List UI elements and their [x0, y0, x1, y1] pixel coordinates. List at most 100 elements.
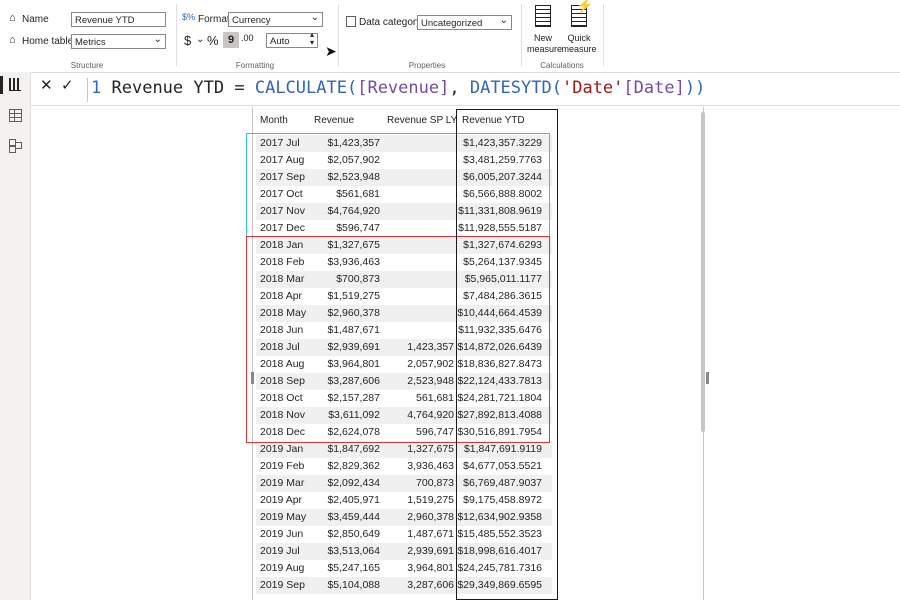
- decimal-button[interactable]: .00: [241, 33, 254, 43]
- formula-close-parens: )): [684, 78, 706, 98]
- cell-revenue-ytd: $1,327,674.6293: [463, 239, 542, 251]
- formula-arg-date-table: 'Date': [561, 78, 624, 98]
- column-header-revenue[interactable]: Revenue: [314, 111, 354, 131]
- cell-revenue: $3,936,463: [327, 256, 380, 268]
- cell-revenue-sp-ly: [386, 237, 454, 254]
- cell-month: 2019 Aug: [260, 562, 305, 574]
- cell-revenue-ytd: $24,245,781.7316: [457, 562, 542, 574]
- resize-handle-right[interactable]: [706, 372, 709, 384]
- name-input[interactable]: Revenue YTD: [71, 12, 166, 27]
- table-row[interactable]: 2019 Mar $2,092,434 700,873 $6,769,487.9037: [256, 475, 552, 492]
- table-row[interactable]: 2019 May $3,459,444 2,960,378 $12,634,902.9…: [256, 509, 552, 526]
- cell-month: 2018 Dec: [260, 426, 305, 438]
- table-row[interactable]: 2019 Sep $5,104,088 3,287,606 $29,349,869.6…: [256, 577, 552, 594]
- table-row[interactable]: 2018 Sep $3,287,606 2,523,948 $22,124,433.7…: [256, 373, 552, 390]
- cancel-formula-button[interactable]: ✕: [40, 76, 53, 94]
- table-row[interactable]: 2019 Jan $1,847,692 1,327,675 $1,847,691.91…: [256, 441, 552, 458]
- cell-revenue: $1,487,671: [327, 324, 380, 336]
- table-row[interactable]: 2017 Dec $596,747 $11,928,555.5187: [256, 220, 552, 237]
- cell-month: 2017 Nov: [260, 205, 305, 217]
- table-row[interactable]: 2017 Oct $561,681 $6,566,888.8002: [256, 186, 552, 203]
- cell-revenue-ytd: $5,965,011.1177: [464, 273, 542, 285]
- cell-revenue-ytd: $12,634,902.9358: [457, 511, 542, 523]
- cell-revenue-sp-ly: [386, 288, 454, 305]
- model-view-icon[interactable]: [9, 139, 22, 153]
- table-row[interactable]: 2018 Apr $1,519,275 $7,484,286.3615: [256, 288, 552, 305]
- table-view-icon[interactable]: [9, 109, 22, 122]
- cell-month: 2017 Sep: [260, 171, 305, 183]
- dax-formula-editor[interactable]: 1 Revenue YTD = CALCULATE([Revenue], DAT…: [91, 78, 705, 98]
- chevron-down-icon[interactable]: ⌄: [196, 34, 204, 45]
- stepper-arrows-icon[interactable]: ▴ ▾: [310, 31, 314, 47]
- cell-revenue: $3,287,606: [327, 375, 380, 387]
- table-row[interactable]: 2018 Aug $3,964,801 2,057,902 $18,836,827.8…: [256, 356, 552, 373]
- table-row[interactable]: 2017 Aug $2,057,902 $3,481,259.7763: [256, 152, 552, 169]
- cell-revenue-ytd: $22,124,433.7813: [457, 375, 542, 387]
- report-view-icon[interactable]: [9, 78, 21, 91]
- visual-scrollbar[interactable]: [701, 112, 705, 432]
- cell-revenue-sp-ly: 700,873: [416, 477, 454, 489]
- percent-button[interactable]: %: [207, 33, 219, 48]
- table-row[interactable]: 2019 Apr $2,405,971 1,519,275 $9,175,458.89…: [256, 492, 552, 509]
- cell-month: 2018 Nov: [260, 409, 305, 421]
- table-row[interactable]: 2018 Oct $2,157,287 561,681 $24,281,721.180…: [256, 390, 552, 407]
- cell-revenue-sp-ly: 1,519,275: [407, 494, 454, 506]
- table-row[interactable]: 2017 Nov $4,764,920 $11,331,808.9619: [256, 203, 552, 220]
- cell-revenue-ytd: $18,836,827.8473: [457, 358, 542, 370]
- table-row[interactable]: 2018 Jun $1,487,671 $11,932,335.6476: [256, 322, 552, 339]
- quick-measure-button[interactable]: ⚡ Quick measure: [561, 0, 597, 55]
- formula-divider: [87, 78, 88, 102]
- cell-revenue-sp-ly: [386, 203, 454, 220]
- home-table-dropdown[interactable]: Metrics: [71, 34, 166, 49]
- table-row[interactable]: 2018 Jul $2,939,691 1,423,357 $14,872,026.6…: [256, 339, 552, 356]
- table-row[interactable]: 2018 Feb $3,936,463 $5,264,137.9345: [256, 254, 552, 271]
- comma-button[interactable]: 9: [223, 32, 239, 48]
- cell-revenue-ytd: $11,928,555.5187: [458, 222, 542, 234]
- cell-month: 2019 Jan: [260, 443, 304, 455]
- visual-border-left: [252, 107, 253, 600]
- column-header-revenue-sp-ly[interactable]: Revenue SP LY: [387, 111, 457, 131]
- formula-measure-name: Revenue YTD: [111, 78, 225, 98]
- resize-handle-left[interactable]: [251, 372, 254, 384]
- cell-month: 2018 Sep: [260, 375, 305, 387]
- format-icon: $%: [182, 12, 196, 22]
- data-category-label: Data category: [359, 17, 422, 28]
- new-measure-label: New: [533, 33, 552, 43]
- cell-month: 2017 Aug: [260, 154, 305, 166]
- cell-revenue-ytd: $9,175,458.8972: [463, 494, 542, 506]
- cell-revenue: $3,611,092: [328, 409, 380, 421]
- cell-month: 2019 Jul: [260, 545, 300, 557]
- table-row[interactable]: 2018 May $2,960,378 $10,444,664.4539: [256, 305, 552, 322]
- table-row[interactable]: 2018 Jan $1,327,675 $1,327,674.6293: [256, 237, 552, 254]
- new-measure-button[interactable]: New measure: [527, 5, 562, 55]
- cell-revenue: $3,964,801: [327, 358, 380, 370]
- cell-revenue: $5,104,088: [327, 579, 380, 591]
- table-row[interactable]: 2019 Jul $3,513,064 2,939,691 $18,998,616.4…: [256, 543, 552, 560]
- ribbon: ⌂ Name Revenue YTD ⌂ Home table Metrics …: [0, 0, 900, 73]
- table-row[interactable]: 2018 Nov $3,611,092 4,764,920 $27,892,813.4…: [256, 407, 552, 424]
- column-header-revenue-ytd[interactable]: Revenue YTD: [462, 111, 525, 131]
- table-row[interactable]: 2018 Dec $2,624,078 596,747 $30,516,891.795…: [256, 424, 552, 441]
- table-row[interactable]: 2017 Jul $1,423,357 $1,423,357.3229: [256, 135, 552, 152]
- cell-revenue: $2,624,078: [327, 426, 380, 438]
- table-row[interactable]: 2018 Mar $700,873 $5,965,011.1177: [256, 271, 552, 288]
- table-row[interactable]: 2017 Sep $2,523,948 $6,005,207.3244: [256, 169, 552, 186]
- ribbon-divider: [603, 4, 604, 66]
- ribbon-divider: [176, 4, 177, 66]
- cell-revenue: $2,960,378: [327, 307, 380, 319]
- data-category-dropdown[interactable]: Uncategorized: [417, 15, 512, 30]
- cell-revenue-sp-ly: [386, 152, 454, 169]
- data-category-icon: [346, 16, 356, 27]
- table-row[interactable]: 2019 Feb $2,829,362 3,936,463 $4,677,053.55…: [256, 458, 552, 475]
- cell-revenue-sp-ly: 1,423,357: [407, 341, 454, 353]
- column-header-month[interactable]: Month: [260, 111, 288, 131]
- tag-icon: ⌂: [9, 12, 16, 24]
- cell-month: 2019 Apr: [260, 494, 303, 506]
- cell-month: 2018 Oct: [260, 392, 303, 404]
- cell-revenue-ytd: $7,484,286.3615: [463, 290, 542, 302]
- commit-formula-button[interactable]: ✓: [61, 76, 74, 94]
- table-row[interactable]: 2019 Jun $2,850,649 1,487,671 $15,485,552.3…: [256, 526, 552, 543]
- format-dropdown[interactable]: Currency: [228, 12, 323, 27]
- currency-button[interactable]: $: [184, 33, 191, 48]
- table-row[interactable]: 2019 Aug $5,247,165 3,964,801 $24,245,781.7…: [256, 560, 552, 577]
